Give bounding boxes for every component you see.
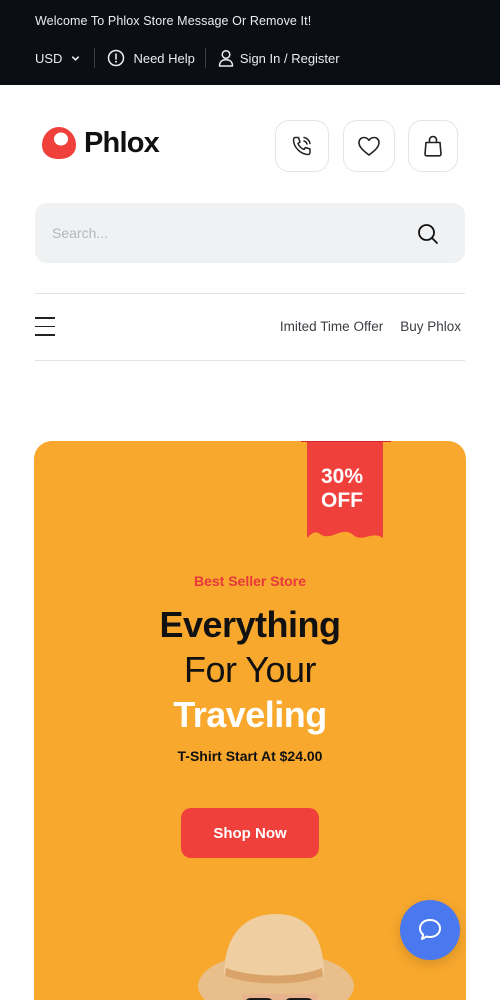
shop-now-button[interactable]: Shop Now	[181, 808, 319, 858]
cart-button[interactable]	[408, 120, 458, 172]
nav-link-buy-phlox[interactable]: Buy Phlox	[400, 319, 461, 334]
hero-price-line: T-Shirt Start At $24.00	[177, 748, 323, 764]
nav-links: Imited Time Offer Buy Phlox	[280, 319, 461, 334]
bag-icon	[424, 135, 442, 157]
info-icon	[108, 49, 125, 67]
user-icon	[218, 49, 234, 67]
currency-selector[interactable]: USD	[35, 51, 94, 66]
logo-mark-icon	[42, 127, 76, 159]
discount-off: OFF	[321, 489, 363, 512]
discount-percent: 30%	[320, 465, 364, 488]
heart-icon	[358, 136, 380, 156]
welcome-message: Welcome To Phlox Store Message Or Remove…	[35, 14, 312, 28]
sign-in-link[interactable]: Sign In / Register	[206, 49, 340, 67]
currency-label: USD	[35, 50, 63, 66]
hero-title-line-1: Everything	[159, 604, 341, 645]
menu-icon[interactable]	[35, 317, 55, 337]
chat-widget-button[interactable]	[400, 900, 460, 960]
logo-text: Phlox	[84, 126, 160, 159]
phone-button[interactable]	[275, 120, 329, 172]
top-bar: Welcome To Phlox Store Message Or Remove…	[0, 0, 500, 85]
sign-in-label: Sign In / Register	[239, 50, 340, 66]
wishlist-button[interactable]	[343, 120, 395, 172]
main-nav: Imited Time Offer Buy Phlox	[35, 293, 465, 361]
nav-link-limited-offer[interactable]: Imited Time Offer	[280, 319, 383, 334]
logo[interactable]: Phlox	[40, 125, 160, 161]
hero-title-line-2: For Your	[183, 649, 317, 690]
phone-icon	[292, 136, 311, 156]
chevron-down-icon	[72, 55, 80, 61]
hero-title-line-3: Traveling	[173, 694, 327, 735]
hero-tagline: Best Seller Store	[193, 573, 307, 589]
search-input[interactable]	[52, 221, 392, 245]
discount-text: 30% OFF	[301, 465, 383, 513]
hero-banner: 30% OFF Best Seller Store Everything For…	[34, 441, 466, 1000]
need-help-label: Need Help	[133, 50, 195, 66]
model-image	[198, 914, 354, 1000]
chat-icon	[419, 919, 441, 940]
search-bar	[35, 203, 465, 263]
search-icon	[418, 224, 438, 244]
search-button[interactable]	[415, 221, 441, 247]
top-bar-actions: USD Need Help Sign In / Register	[35, 46, 340, 70]
need-help-link[interactable]: Need Help	[95, 49, 204, 67]
